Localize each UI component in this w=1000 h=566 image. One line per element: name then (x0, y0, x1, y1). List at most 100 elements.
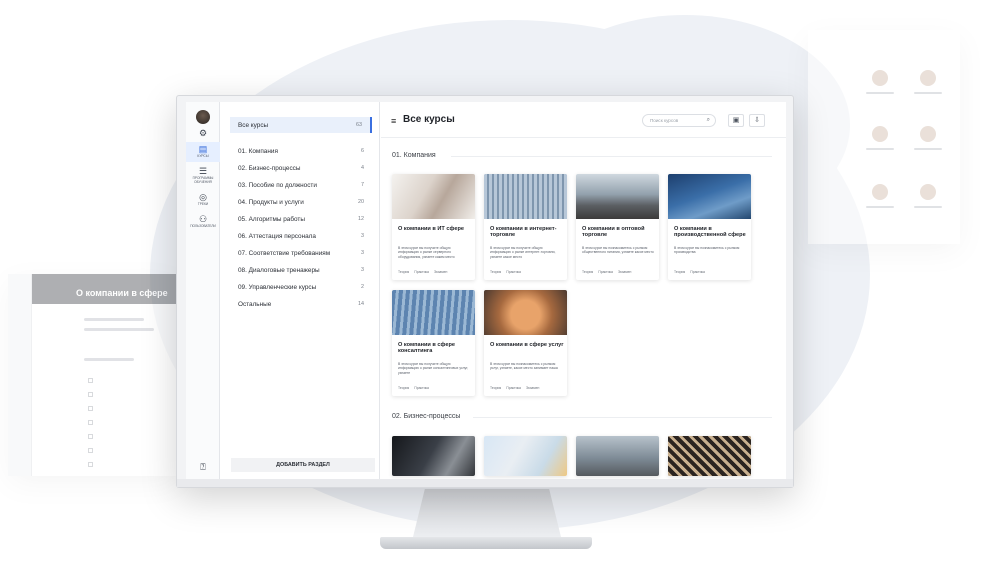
course-meta: Теория Практика (674, 270, 748, 274)
course-title: О компании в производственной сфере (674, 226, 746, 239)
sidebar-item-dialog-trainers[interactable]: 08. Диалоговые тренажеры 3 (230, 262, 372, 278)
sidebar-item-business-processes[interactable]: 02. Бизнес-процессы 4 (230, 160, 372, 176)
list-icon: ☰ (198, 166, 208, 176)
background-checkbox (88, 378, 93, 383)
meta-tag: Практика (690, 270, 705, 274)
section-title: 02. Бизнес-процессы (392, 413, 461, 420)
meta-tag: Практика (414, 270, 429, 274)
background-checkbox (88, 448, 93, 453)
meta-tag: Теория (674, 270, 686, 274)
meta-tag: Экзамен (617, 270, 632, 274)
course-title: О компании в сфере услуг (490, 342, 564, 348)
rail-item-label: Курсы (197, 154, 209, 158)
course-title: О компании в ИТ сфере (398, 226, 464, 232)
course-card[interactable] (576, 436, 659, 476)
rail-item-label: Пользователи (190, 224, 216, 228)
rail-item-programs[interactable]: ☰ Программы обучения (186, 166, 220, 188)
background-users-screen (808, 30, 960, 244)
monitor-base (380, 537, 592, 549)
course-meta: Теория Практика (490, 270, 564, 274)
background-line (914, 206, 942, 208)
sidebar-item-label: 06. Аттестация персонала (238, 232, 316, 240)
search-input[interactable]: Поиск курсов ⌕ (642, 114, 716, 127)
sidebar-item-count: 63 (356, 122, 362, 128)
course-thumbnail (576, 436, 659, 476)
background-course-screen: О компании в сфере (8, 274, 178, 476)
course-card[interactable]: О компании в производственной сфере В эт… (668, 174, 751, 280)
app-screen: ⚙ ▤ Курсы ☰ Программы обучения ◎ Треки ⚇… (186, 102, 786, 479)
sidebar-item-algorithms[interactable]: 05. Алгоритмы работы 12 (230, 211, 372, 227)
sidebar-item-label: 02. Бизнес-процессы (238, 164, 301, 172)
monitor: ⚙ ▤ Курсы ☰ Программы обучения ◎ Треки ⚇… (176, 95, 794, 488)
rail-item-users[interactable]: ⚇ Пользователи (186, 214, 220, 232)
sidebar-item-label: Все курсы (238, 121, 269, 129)
background-line (84, 318, 144, 321)
topbar: ≡ Все курсы Поиск курсов ⌕ ▣ ⇩ (381, 102, 786, 138)
sidebar-item-company[interactable]: 01. Компания 6 (230, 143, 372, 159)
settings-icon[interactable]: ⚙ (186, 128, 220, 138)
search-icon: ⌕ (706, 117, 710, 123)
meta-tag: Экзамен (525, 386, 540, 390)
background-avatar (920, 70, 936, 86)
section-divider (473, 417, 772, 418)
meta-tag: Теория (490, 386, 502, 390)
course-card[interactable] (668, 436, 751, 476)
background-avatar (872, 184, 888, 200)
sidebar-item-job-manual[interactable]: 03. Пособие по должности 7 (230, 177, 372, 193)
course-card[interactable]: О компании в сфере услуг В этом курсе вы… (484, 290, 567, 396)
background-line (84, 358, 134, 361)
book-icon: ▤ (198, 144, 208, 154)
course-title: О компании в интернет-торговле (490, 226, 557, 239)
sidebar-item-other[interactable]: Остальные 14 (230, 296, 372, 312)
background-line (914, 148, 942, 150)
background-avatar (920, 126, 936, 142)
sidebar-item-label: 05. Алгоритмы работы (238, 215, 305, 223)
course-card[interactable]: О компании в ИТ сфере В этом курсе вы по… (392, 174, 475, 280)
meta-tag: Практика (598, 270, 613, 274)
course-meta: Теория Практика Экзамен (398, 270, 472, 274)
help-icon[interactable]: ⍰ (186, 462, 220, 472)
section-divider (451, 156, 772, 157)
course-description: В этом курсе вы получите общую информаци… (398, 246, 455, 259)
meta-tag: Экзамен (433, 270, 448, 274)
sidebar-item-count: 14 (358, 301, 364, 307)
meta-tag: Практика (506, 386, 521, 390)
course-meta: Теория Практика Экзамен (490, 386, 564, 390)
sidebar-item-count: 4 (361, 165, 364, 171)
rail-item-tracks[interactable]: ◎ Треки (186, 192, 220, 210)
meta-tag: Практика (414, 386, 429, 390)
import-icon[interactable]: ⇩ (749, 114, 765, 127)
sidebar-item-label: 01. Компания (238, 147, 278, 155)
course-thumbnail (392, 174, 475, 219)
add-section-button[interactable]: Добавить раздел (231, 458, 375, 472)
sidebar-item-label: 03. Пособие по должности (238, 181, 317, 189)
course-card[interactable]: О компании в сфере консалтинга В этом ку… (392, 290, 475, 396)
sidebar-item-count: 12 (358, 216, 364, 222)
sidebar-item-all-courses[interactable]: Все курсы 63 (230, 117, 372, 133)
monitor-chin (177, 479, 793, 487)
background-line (866, 92, 894, 94)
sidebar-item-management[interactable]: 09. Управленческие курсы 2 (230, 279, 372, 295)
sidebar-item-products[interactable]: 04. Продукты и услуги 20 (230, 194, 372, 210)
course-card[interactable] (484, 436, 567, 476)
compass-icon: ◎ (199, 192, 207, 202)
save-icon[interactable]: ▣ (728, 114, 744, 127)
background-title: О компании в сфере (76, 288, 168, 298)
course-meta: Теория Практика (398, 386, 472, 390)
hamburger-icon[interactable]: ≡ (391, 116, 396, 126)
meta-tag: Теория (398, 270, 410, 274)
sidebar-item-compliance[interactable]: 07. Соответствие требованиям 3 (230, 245, 372, 261)
sidebar-item-label: Остальные (238, 300, 272, 308)
sidebar-item-count: 2 (361, 284, 364, 290)
course-card[interactable]: О компании в интернет-торговле В этом ку… (484, 174, 567, 280)
course-card[interactable]: О компании в оптовой торговле В этом кур… (576, 174, 659, 280)
background-line (866, 206, 894, 208)
rail-item-courses[interactable]: ▤ Курсы (186, 142, 220, 162)
sidebar-item-attestation[interactable]: 06. Аттестация персонала 3 (230, 228, 372, 244)
meta-tag: Теория (398, 386, 410, 390)
background-header: О компании в сфере (32, 274, 178, 304)
avatar[interactable] (196, 110, 210, 124)
sections-sidebar: Все курсы 63 01. Компания 6 02. Бизнес-п… (220, 102, 380, 479)
monitor-neck (413, 489, 561, 537)
course-card[interactable] (392, 436, 475, 476)
